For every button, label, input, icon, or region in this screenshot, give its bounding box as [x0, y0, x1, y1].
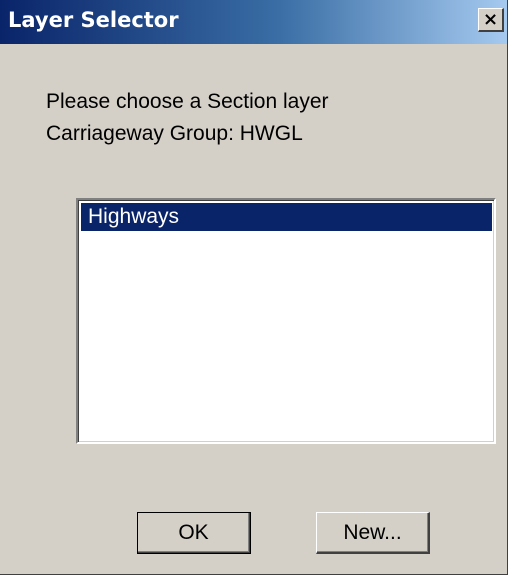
layer-selector-dialog: Layer Selector × Please choose a Section…: [0, 0, 508, 575]
layer-listbox[interactable]: Highways: [76, 198, 496, 444]
window-title: Layer Selector: [8, 8, 179, 32]
prompt-text: Please choose a Section layer: [46, 90, 329, 113]
new-button-label: New...: [343, 520, 402, 544]
ok-button[interactable]: OK: [137, 512, 251, 554]
new-button[interactable]: New...: [316, 512, 430, 554]
list-item[interactable]: Highways: [81, 203, 492, 231]
carriageway-group-label: Carriageway Group: HWGL: [46, 122, 303, 145]
close-icon: ×: [482, 8, 499, 30]
ok-button-label: OK: [178, 520, 209, 544]
title-bar[interactable]: Layer Selector ×: [0, 0, 507, 44]
close-button[interactable]: ×: [478, 8, 504, 32]
